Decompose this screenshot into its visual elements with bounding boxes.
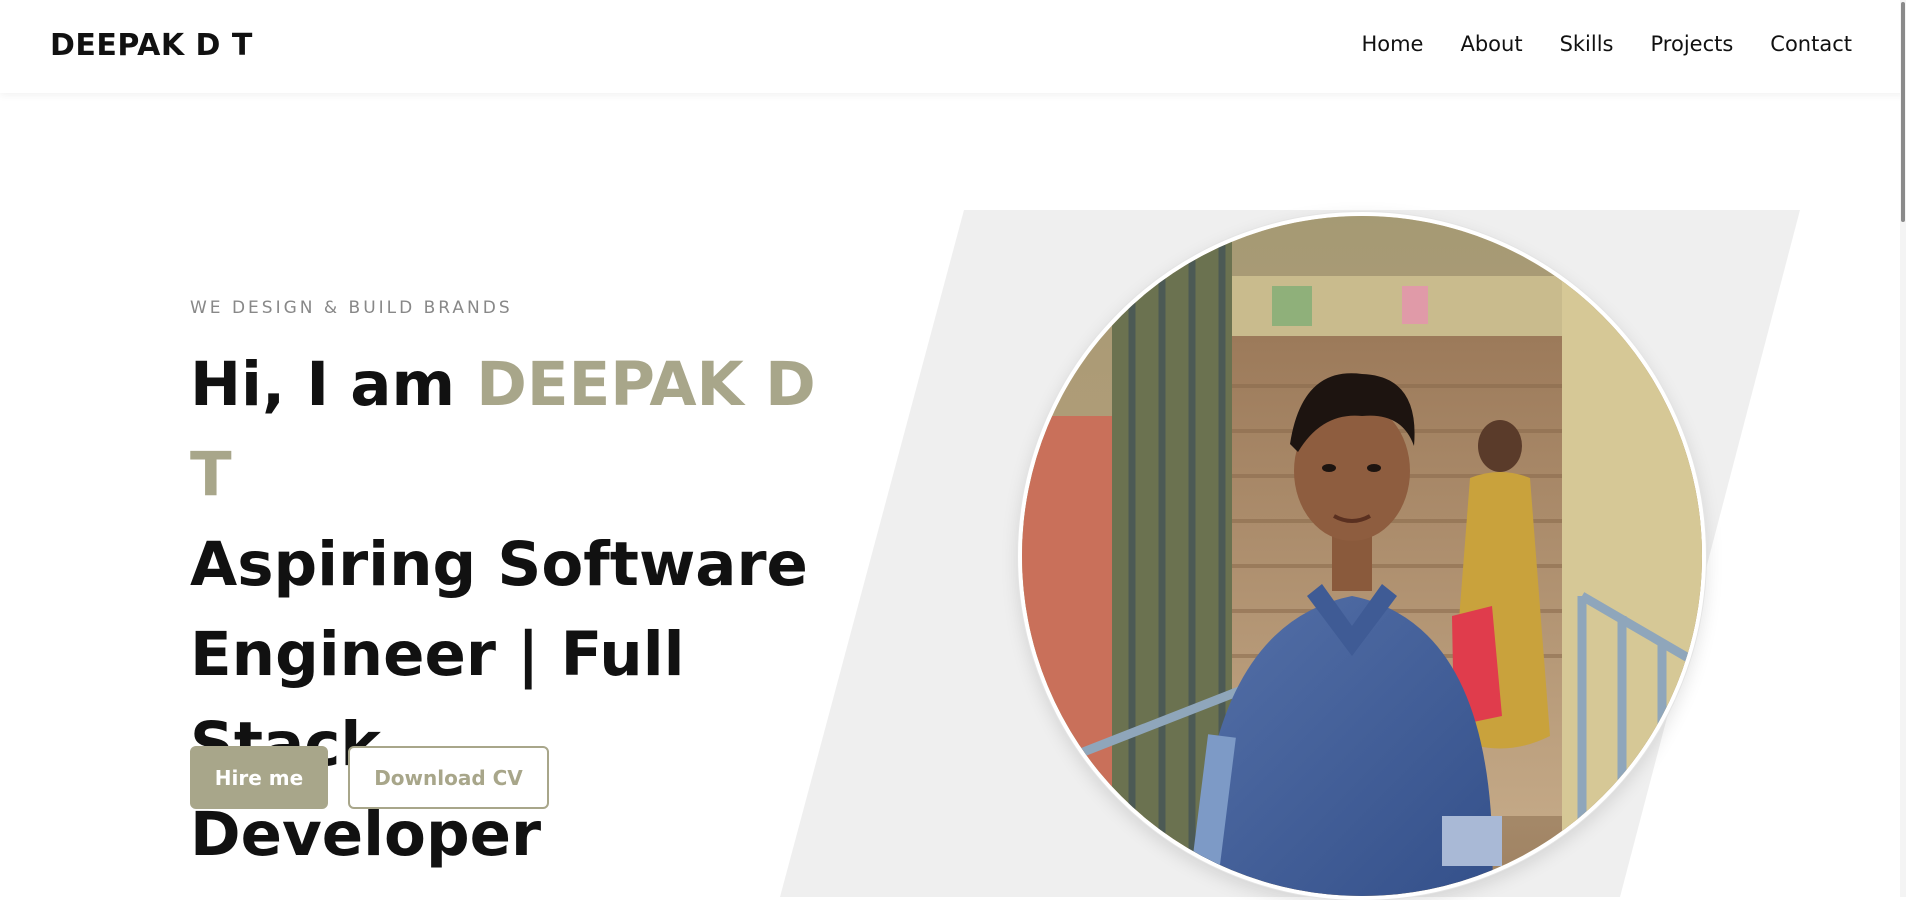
scrollbar-thumb[interactable]: [1901, 2, 1905, 222]
nav-skills-link[interactable]: Skills: [1560, 32, 1614, 56]
greeting-text: Hi, I am: [190, 349, 477, 420]
nav-about-link[interactable]: About: [1460, 32, 1522, 56]
brand-logo[interactable]: DEEPAK D T: [50, 28, 253, 63]
page-scrollbar[interactable]: [1900, 0, 1906, 897]
nav-projects-link[interactable]: Projects: [1651, 32, 1734, 56]
profile-photo: [1018, 212, 1706, 900]
title-line-3: Developer: [190, 799, 542, 870]
hire-me-button[interactable]: Hire me: [190, 746, 328, 809]
nav-home-link[interactable]: Home: [1361, 32, 1423, 56]
profile-photo-illustration: [1022, 216, 1702, 896]
hero-actions: Hire me Download CV: [190, 746, 549, 809]
hero-tagline: WE DESIGN & BUILD BRANDS: [190, 298, 513, 318]
download-cv-button[interactable]: Download CV: [348, 746, 549, 809]
nav-menu: Home About Skills Projects Contact: [1361, 32, 1852, 56]
nav-contact-link[interactable]: Contact: [1770, 32, 1852, 56]
navbar: DEEPAK D T Home About Skills Projects Co…: [0, 0, 1906, 93]
title-line-1: Aspiring Software: [190, 529, 808, 600]
